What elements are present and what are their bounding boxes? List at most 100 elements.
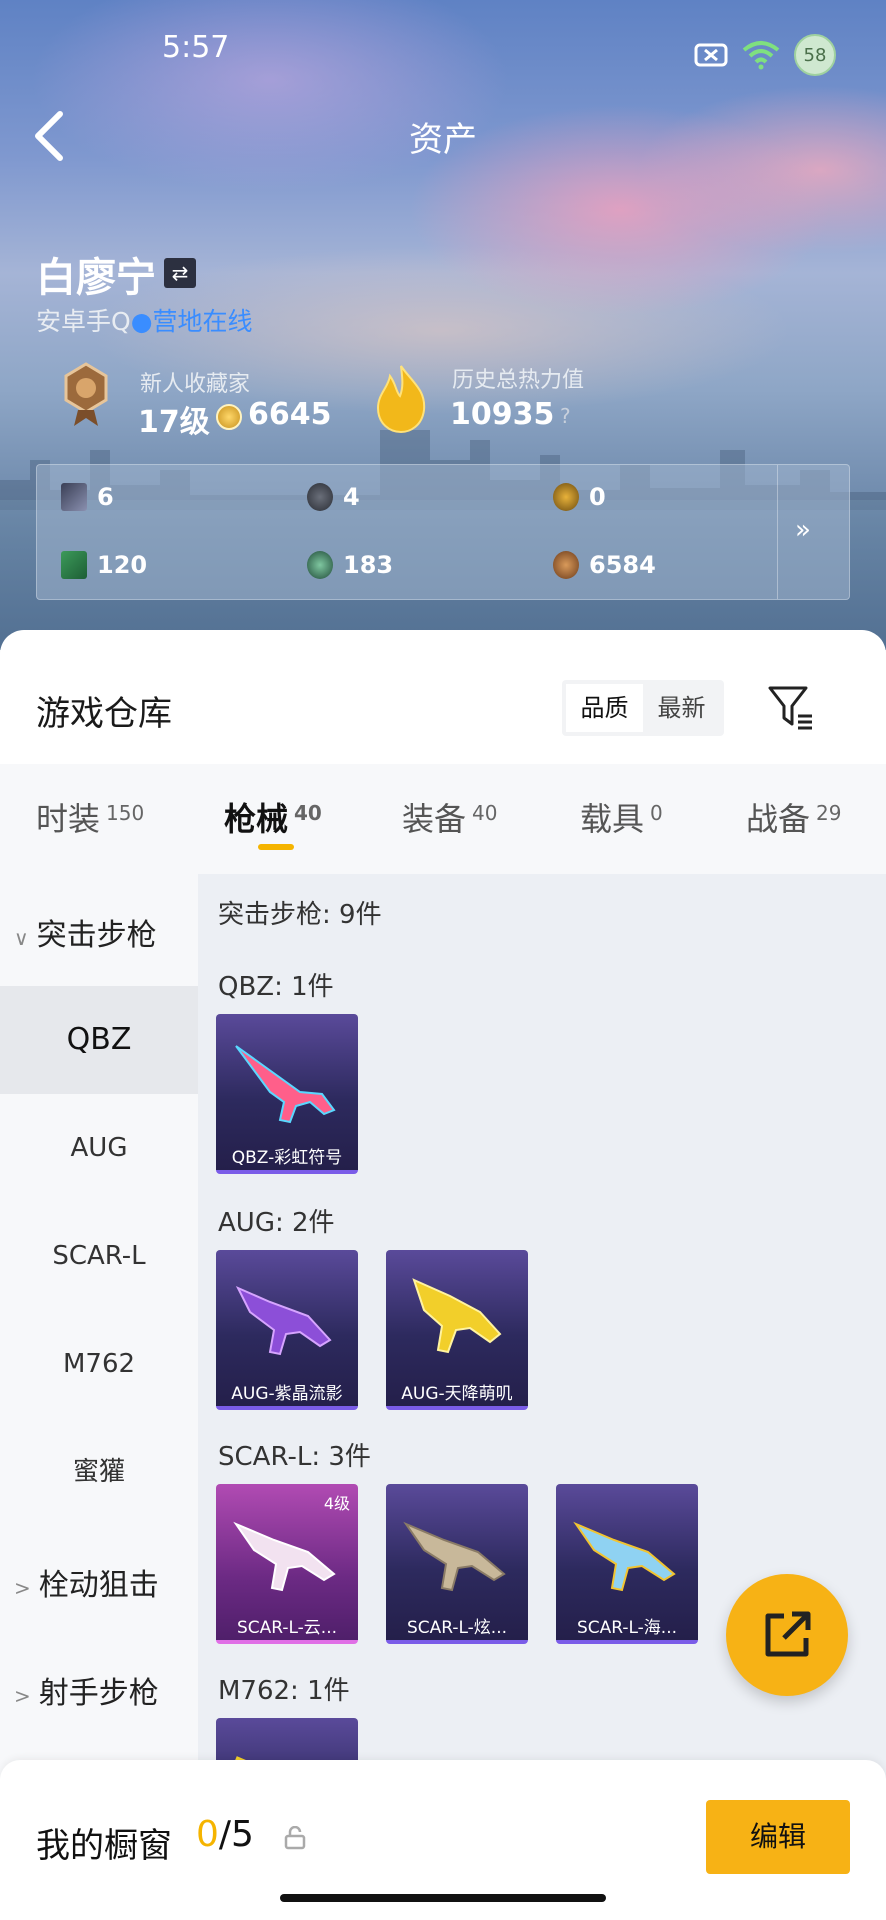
home-indicator[interactable] xyxy=(280,1894,606,1902)
gold-medal-icon xyxy=(553,483,579,511)
rifle-icon xyxy=(573,1521,676,1592)
sidebar-item-m762[interactable]: M762 xyxy=(0,1310,198,1418)
warehouse-title: 游戏仓库 xyxy=(36,694,172,734)
rifle-icon xyxy=(233,1521,336,1592)
stat-card: 6 xyxy=(61,483,114,511)
share-button[interactable] xyxy=(726,1574,848,1696)
ticket-icon xyxy=(61,551,87,579)
tab-equipment[interactable]: 装备 40 xyxy=(402,794,497,840)
weapon-name: AUG-天降萌叽 xyxy=(401,1384,513,1404)
weapon-card[interactable]: AUG-紫晶流影 xyxy=(216,1250,358,1410)
platform-status: 安卓手Q●营地在线 xyxy=(36,302,253,338)
stat-gold: 0 xyxy=(553,483,606,511)
status-icons: 58 xyxy=(694,34,836,76)
tab-label: 时装 xyxy=(36,800,101,838)
weapon-name: SCAR-L-云... xyxy=(236,1618,338,1638)
sidebar-group-bolt-sniper[interactable]: > 栓动狙击 xyxy=(14,1560,159,1604)
edit-button[interactable]: 编辑 xyxy=(706,1800,850,1874)
stat-bronze: 6584 xyxy=(553,551,656,579)
orb-icon xyxy=(307,551,333,579)
tab-label: 装备 xyxy=(402,800,467,838)
silver-medal-icon xyxy=(307,483,333,511)
tab-combat-gear[interactable]: 战备 29 xyxy=(746,794,841,840)
showcase-count: 0/5 xyxy=(196,1814,254,1855)
showcase-label: 我的橱窗 xyxy=(36,1826,172,1866)
chevron-right-icon: > xyxy=(14,1576,31,1600)
weapon-card[interactable]: SCAR-L-海... xyxy=(556,1484,698,1644)
battery-indicator: 58 xyxy=(794,34,836,76)
sidebar-item-scar-l[interactable]: SCAR-L xyxy=(0,1202,198,1310)
stat-orb-value: 183 xyxy=(343,551,394,579)
user-name: 白廖宁 xyxy=(36,255,156,301)
weapon-card[interactable]: 4级 SCAR-L-云... xyxy=(216,1484,358,1644)
no-sim-icon xyxy=(694,43,728,67)
tab-fashion[interactable]: 时装 150 xyxy=(36,794,144,840)
page-title: 资产 xyxy=(409,120,477,160)
sidebar-group-label: 突击步枪 xyxy=(36,918,157,953)
section-label-m762: M762: 1件 xyxy=(218,1676,350,1706)
rifle-icon xyxy=(403,1521,506,1592)
section-label-aug: AUG: 2件 xyxy=(218,1208,335,1238)
coin-icon xyxy=(216,404,242,430)
filter-icon[interactable] xyxy=(766,682,816,732)
stat-ticket-value: 120 xyxy=(97,551,148,579)
lock-icon xyxy=(284,1826,306,1850)
active-tab-indicator xyxy=(258,844,294,850)
sort-quality-button[interactable]: 品质 xyxy=(566,684,643,732)
collector-level: 17级 xyxy=(138,405,210,440)
weapon-name: SCAR-L-海... xyxy=(576,1618,678,1638)
sort-latest-button[interactable]: 最新 xyxy=(643,684,720,732)
category-tabs: 时装 150 枪械 40 装备 40 载具 0 战备 29 xyxy=(0,764,886,874)
tab-firearms[interactable]: 枪械 40 xyxy=(224,794,322,840)
card-icon xyxy=(61,483,87,511)
rifle-icon xyxy=(412,1278,502,1354)
sidebar-item-qbz[interactable]: QBZ xyxy=(0,986,198,1094)
tab-label: 载具 xyxy=(580,800,645,838)
chevron-down-icon: ∨ xyxy=(14,926,29,950)
sidebar-item-honey-badger[interactable]: 蜜獾 xyxy=(0,1418,198,1526)
online-status: ●营地在线 xyxy=(130,307,253,336)
stat-silver-value: 4 xyxy=(343,483,360,511)
stat-ticket: 120 xyxy=(61,551,147,579)
weapon-card[interactable]: AUG-天降萌叽 xyxy=(386,1250,528,1410)
sidebar-item-aug[interactable]: AUG xyxy=(0,1094,198,1202)
tab-label: 枪械 xyxy=(224,800,289,838)
section-label-qbz: QBZ: 1件 xyxy=(218,972,334,1002)
profile-header: 5:57 58 资产 白廖宁 ⇄ 安卓手Q●营地在线 新人收藏家 17级 664… xyxy=(0,0,886,650)
rifle-icon xyxy=(235,1285,332,1356)
more-stats-icon[interactable]: » xyxy=(795,515,811,545)
collector-title: 新人收藏家 xyxy=(140,372,251,397)
chevron-right-icon: > xyxy=(14,1684,31,1708)
tab-count: 0 xyxy=(650,801,663,825)
sidebar-group-label: 射手步枪 xyxy=(38,1676,159,1711)
tab-count: 150 xyxy=(106,801,145,825)
external-link-icon xyxy=(765,1611,811,1657)
bronze-coin-icon xyxy=(553,551,579,579)
platform-label: 安卓手Q xyxy=(36,307,131,336)
weapon-name: AUG-紫晶流影 xyxy=(231,1384,343,1404)
category-summary: 突击步枪: 9件 xyxy=(218,900,382,930)
stat-orb: 183 xyxy=(307,551,393,579)
collector-badge-icon xyxy=(64,362,108,426)
heat-title: 历史总热力值 xyxy=(452,368,585,393)
weapon-card[interactable]: SCAR-L-炫... xyxy=(386,1484,528,1644)
wifi-icon xyxy=(742,41,780,70)
heat-value: 10935 xyxy=(450,397,555,432)
sidebar-group-assault-rifle[interactable]: ∨ 突击步枪 xyxy=(14,910,157,954)
weapon-name: QBZ-彩虹符号 xyxy=(231,1148,343,1168)
stat-bronze-value: 6584 xyxy=(589,551,656,579)
tab-vehicles[interactable]: 载具 0 xyxy=(580,794,663,840)
weapon-card[interactable]: QBZ-彩虹符号 xyxy=(216,1014,358,1174)
stats-divider xyxy=(777,465,778,599)
rifle-icon xyxy=(235,1045,336,1124)
sort-toggle: 品质 最新 xyxy=(562,680,724,736)
switch-account-icon[interactable]: ⇄ xyxy=(164,258,196,288)
help-icon[interactable]: ? xyxy=(560,404,571,428)
sidebar-group-marksman-rifle[interactable]: > 射手步枪 xyxy=(14,1668,159,1712)
coin-value: 6645 xyxy=(248,397,332,432)
stats-panel[interactable]: 6 4 0 120 183 6584 » xyxy=(36,464,850,600)
stat-silver: 4 xyxy=(307,483,360,511)
tab-count: 40 xyxy=(294,801,322,825)
showcase-count-total: /5 xyxy=(218,1814,254,1855)
stat-card-value: 6 xyxy=(97,483,114,511)
